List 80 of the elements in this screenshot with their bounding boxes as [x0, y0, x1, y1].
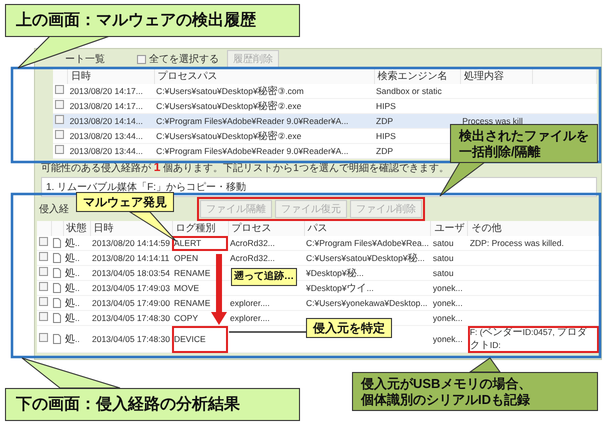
table-cell: 処..: [63, 310, 90, 326]
column-header[interactable]: その他: [468, 221, 598, 236]
table-cell: 処..: [63, 250, 90, 266]
checkbox[interactable]: [137, 54, 146, 64]
checkbox[interactable]: [39, 297, 48, 306]
column-header[interactable]: プロセスパス: [154, 69, 374, 84]
callout-text: 検出されたファイルを: [459, 128, 589, 144]
checkbox[interactable]: [39, 267, 48, 276]
checkbox[interactable]: [55, 130, 64, 139]
column-header[interactable]: 処理内容: [460, 69, 532, 84]
column-header[interactable]: ユーザ: [430, 221, 468, 236]
column-header[interactable]: 日時: [68, 69, 154, 84]
table-cell: 2013/04/05 17:48:30: [90, 310, 172, 326]
table-cell: 処..: [63, 296, 90, 310]
table-cell: explorer....: [228, 310, 304, 326]
table-cell: 2013/04/05 17:49:00: [90, 296, 172, 310]
checkbox[interactable]: [39, 312, 48, 321]
table-cell: yonek...: [430, 310, 468, 326]
table-cell: 2013/08/20 13:44...: [68, 128, 154, 144]
table-cell: 2013/08/20 13:44...: [68, 144, 154, 158]
checkbox[interactable]: [39, 282, 48, 291]
table-cell: yonek...: [430, 296, 468, 310]
column-header[interactable]: 検索エンジン名: [374, 69, 460, 84]
checkbox[interactable]: [55, 145, 64, 154]
callout-text: 侵入元を特定: [313, 321, 385, 336]
table-cell: ¥Desktop¥ウイ...: [304, 280, 431, 296]
checkbox[interactable]: [39, 237, 48, 246]
table-cell: 処..: [63, 326, 90, 352]
table-cell: AcroRd32...: [228, 236, 304, 250]
table-cell: C:¥Program Files¥Adobe¥Reader 9.0¥Reader¥A...: [154, 114, 374, 128]
table-cell: 処..: [63, 236, 90, 250]
column-header[interactable]: プロセス: [228, 221, 304, 236]
table-cell: satou: [430, 236, 468, 250]
table-cell: 処..: [63, 266, 90, 280]
table-cell: C:¥Users¥satou¥Desktop¥秘密②.exe: [154, 128, 374, 144]
column-header[interactable]: ログ種別: [172, 221, 228, 236]
table-cell: C:¥Users¥satou¥Desktop¥秘密③.com: [154, 84, 374, 98]
table-cell: 2013/04/05 17:49:03: [90, 280, 172, 296]
callout-text: マルウェア発見: [83, 195, 167, 210]
table-cell: DEVICE: [172, 326, 228, 352]
callout-text: 下の画面：侵入経路の分析結果: [16, 395, 241, 414]
table-cell: ZDP: Process was killed.: [468, 236, 598, 250]
checkbox[interactable]: [39, 252, 48, 261]
checkbox[interactable]: [55, 115, 64, 124]
callout-text: 一括削除/隔離: [459, 144, 542, 160]
table-cell: 2013/04/05 17:48:30: [90, 326, 172, 352]
table-cell: 2013/08/20 14:14:11: [90, 250, 172, 266]
table-cell: ALERT: [172, 236, 228, 250]
table-cell: satou: [430, 250, 468, 266]
column-header[interactable]: 状態: [63, 221, 90, 236]
table-cell: 処..: [63, 280, 90, 296]
table-cell: satou: [430, 266, 468, 280]
summary-text: 可能性のある侵入経路が 1 個あります。下記リストから1つを選んで明細を確認できます。: [40, 159, 450, 176]
document-icon: [53, 334, 61, 344]
checkbox[interactable]: [55, 85, 64, 94]
callout-text: 侵入元がUSBメモリの場合、: [361, 376, 532, 392]
callout-text: 遡って追跡…: [234, 271, 294, 283]
table-cell: explorer....: [228, 296, 304, 310]
route-label: 侵入経: [39, 202, 69, 216]
table-row[interactable]: 2013/08/20 14:17... C:¥Users¥satou¥Desktop¥秘密③.com Sandbox or static: [53, 84, 596, 98]
table-cell: Sandbox or static: [374, 84, 460, 98]
table-cell: 2013/08/20 14:17...: [68, 84, 154, 98]
trace-arrow: [211, 254, 227, 325]
table-cell: yonek...: [430, 326, 468, 352]
table-cell: C:¥Program Files¥Adobe¥Reader 9.0¥Reader¥A...: [154, 144, 374, 158]
list-label: ート一覧: [65, 53, 105, 66]
column-header[interactable]: パス: [304, 221, 431, 236]
table-cell: C:¥Users¥satou¥Desktop¥秘...: [304, 250, 431, 266]
table-cell: AcroRd32...: [228, 250, 304, 266]
table-cell: 2013/08/20 14:14...: [68, 114, 154, 128]
checkbox[interactable]: [39, 333, 48, 342]
table-cell: yonek...: [430, 280, 468, 296]
table-cell: ¥Desktop¥秘...: [304, 266, 431, 280]
table-cell: 2013/04/05 18:03:54: [90, 266, 172, 280]
checkbox[interactable]: [55, 100, 64, 109]
callout-text: 個体識別のシリアルIDも記録: [361, 392, 531, 408]
callout-text: 上の画面：マルウェアの検出履歴: [16, 11, 257, 30]
table-cell: C:¥Users¥yonekawa¥Desktop...: [304, 296, 431, 310]
table-cell: C:¥Program Files¥Adobe¥Rea...: [304, 236, 431, 250]
checkbox-label[interactable]: 全てを選択する: [149, 52, 219, 66]
